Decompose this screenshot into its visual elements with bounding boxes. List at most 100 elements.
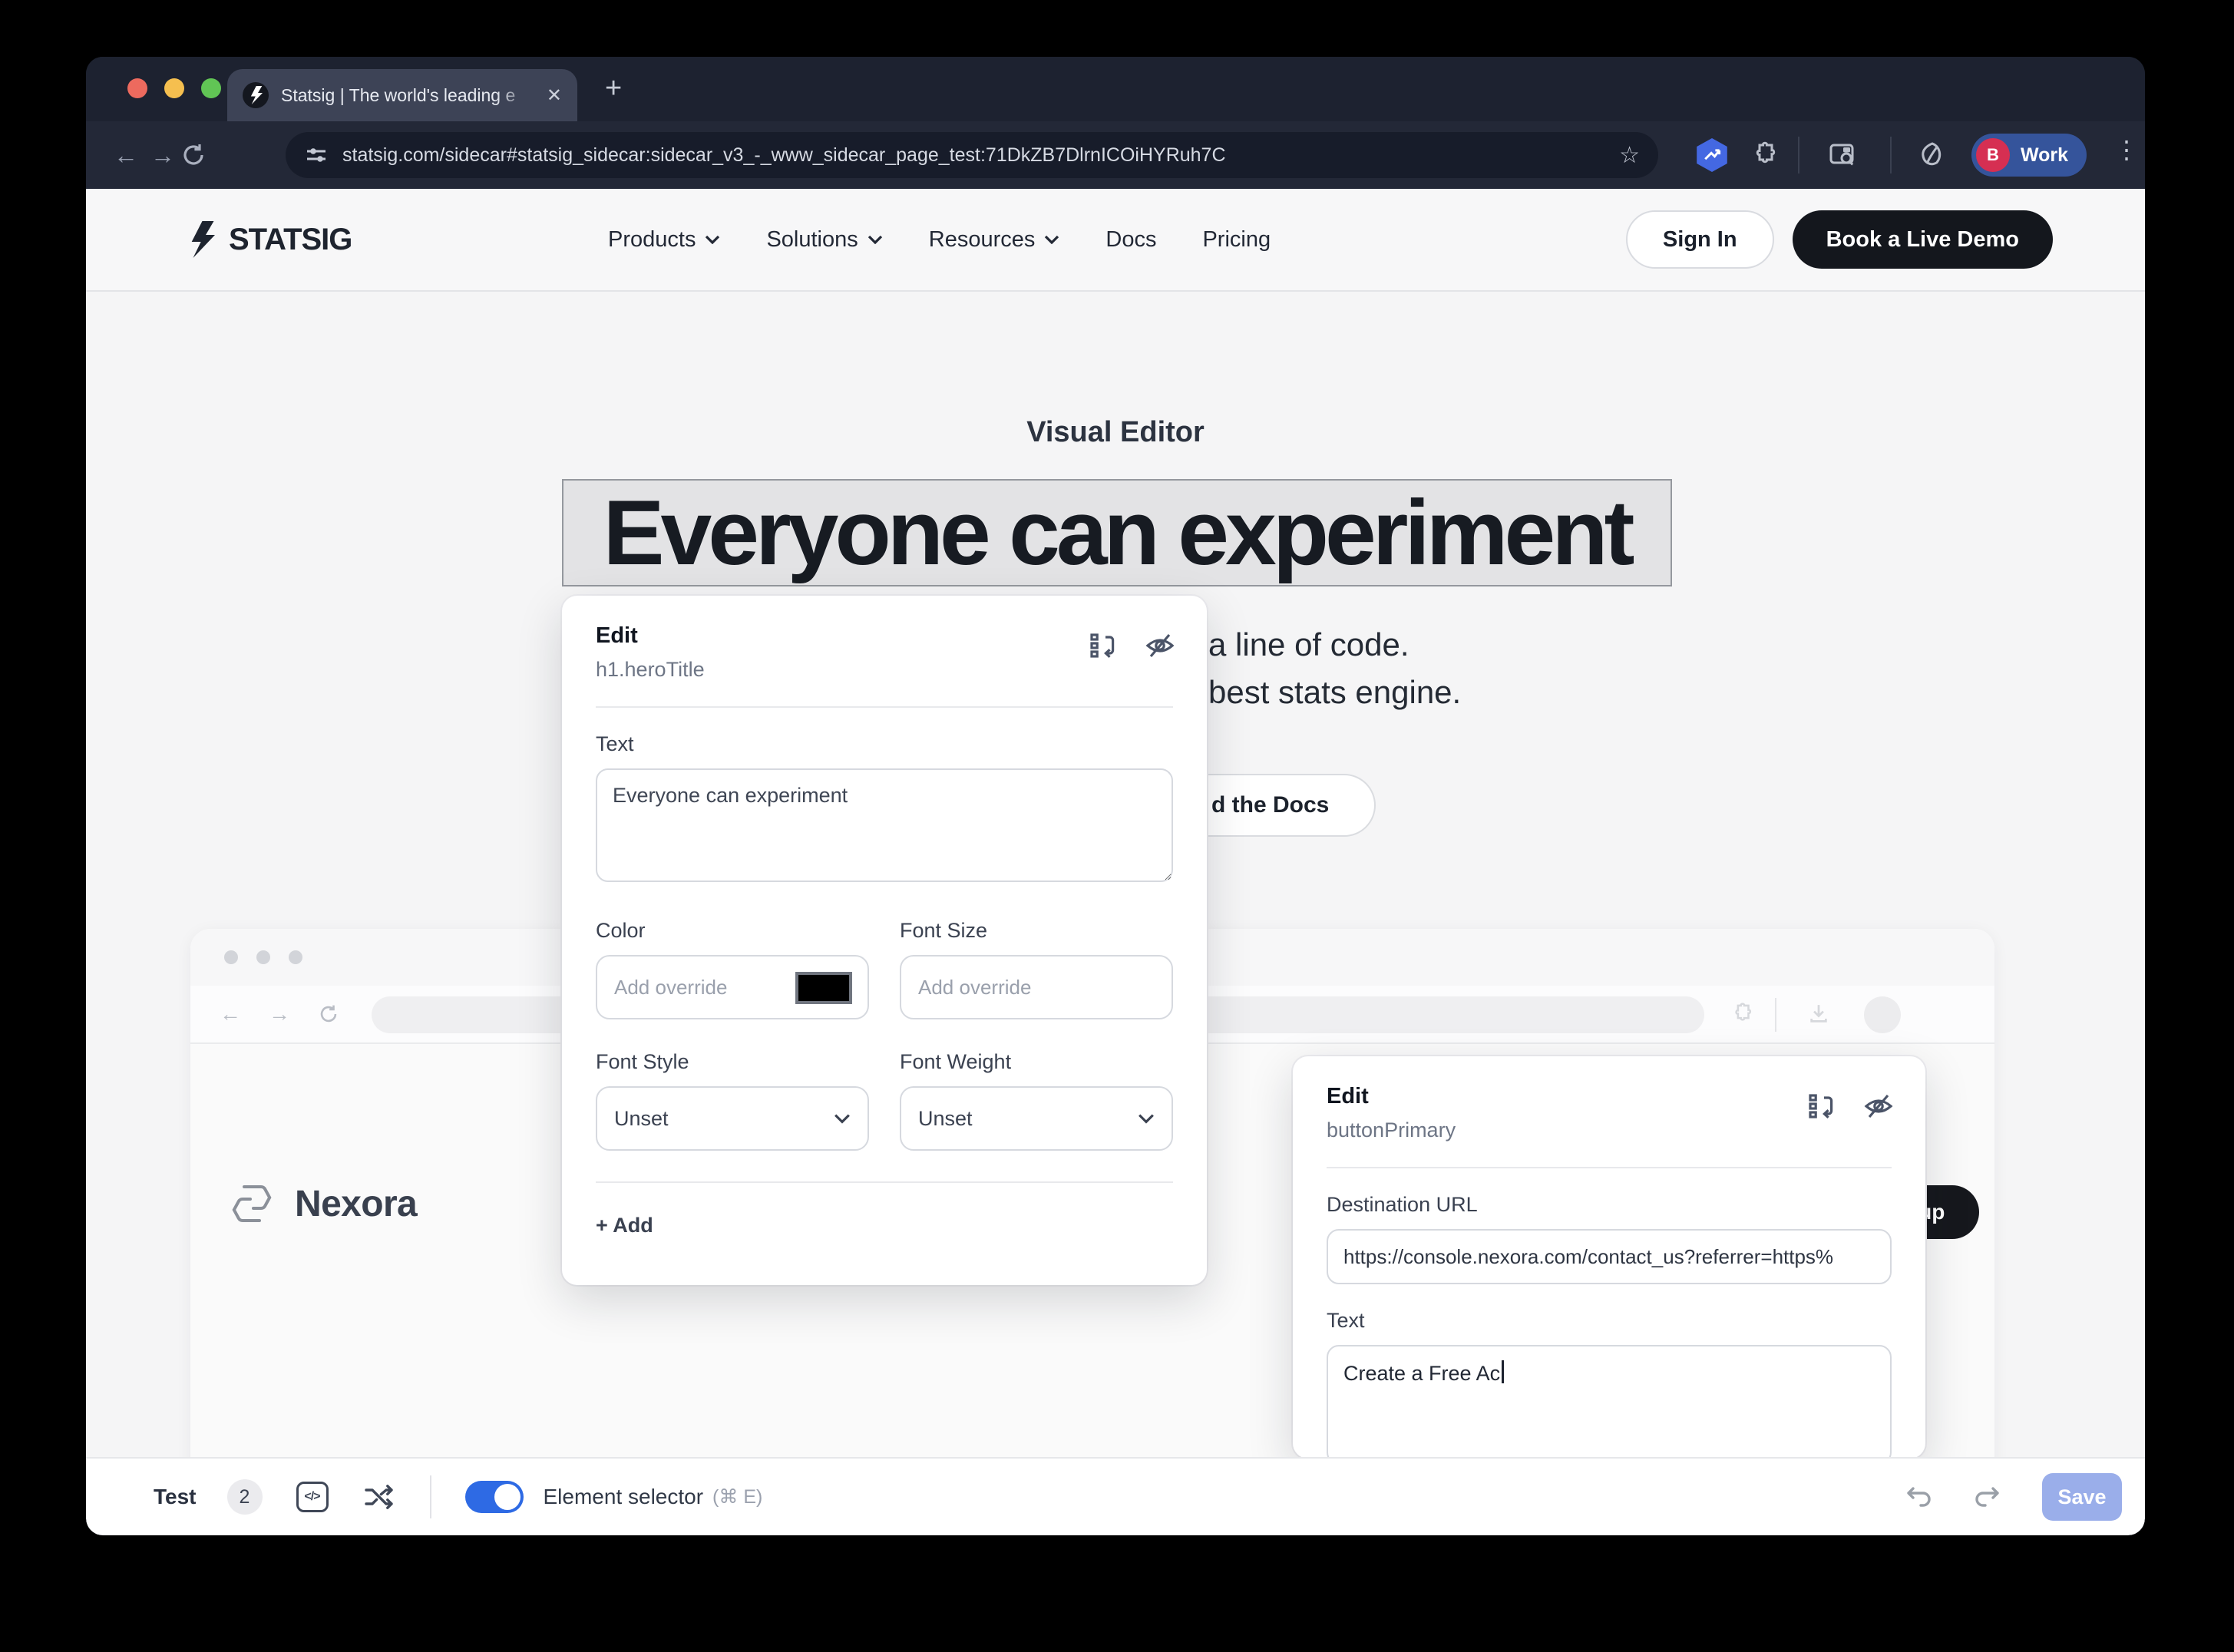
nexora-mark-icon <box>227 1179 276 1228</box>
new-tab-button[interactable]: + <box>605 72 622 105</box>
reorder-icon[interactable] <box>1806 1090 1838 1122</box>
back-icon[interactable]: ← <box>107 141 144 170</box>
color-label: Color <box>596 919 869 943</box>
book-demo-button[interactable]: Book a Live Demo <box>1793 210 2053 269</box>
element-selector-toggle[interactable] <box>465 1481 524 1513</box>
tab-close-icon[interactable]: ✕ <box>547 84 562 107</box>
browser-tab[interactable]: Statsig | The world's leading e ✕ <box>227 69 577 121</box>
forward-icon[interactable]: → <box>144 141 181 170</box>
edit-panel-button-primary: Edit buttonPrimary <box>1293 1056 1925 1457</box>
font-style-label: Font Style <box>596 1050 869 1074</box>
close-window-button[interactable] <box>127 78 147 98</box>
test-label: Test <box>154 1485 197 1509</box>
visual-editor-heading: Visual Editor <box>86 416 2145 449</box>
chrome-menu-icon[interactable]: ⋮ <box>2114 135 2139 164</box>
bookmark-star-icon[interactable]: ☆ <box>1619 142 1640 169</box>
chevron-down-icon <box>1044 235 1059 244</box>
button-text-input[interactable]: Create a Free Ac <box>1327 1345 1892 1457</box>
toolbar-divider <box>430 1475 431 1518</box>
color-swatch[interactable] <box>795 972 852 1004</box>
destination-url-input[interactable] <box>1327 1229 1892 1284</box>
undo-button[interactable] <box>1904 1483 1935 1511</box>
energy-saver-leaf-icon[interactable] <box>1916 140 1947 170</box>
selected-hero-title[interactable]: Everyone can experiment <box>562 479 1672 586</box>
profile-avatar: B <box>1976 138 2010 172</box>
sign-in-button[interactable]: Sign In <box>1626 210 1774 269</box>
color-placeholder: Add override <box>614 976 727 999</box>
statsig-favicon-icon <box>243 82 269 108</box>
preview-back-icon: ← <box>206 1002 255 1026</box>
browser-window: Statsig | The world's leading e ✕ + ← → … <box>86 57 2145 1535</box>
preview-avatar <box>1864 996 1901 1033</box>
site-header: STATSIG Products Solutions Resources Doc… <box>86 189 2145 292</box>
hero-title-text: Everyone can experiment <box>603 480 1631 586</box>
font-weight-label: Font Weight <box>900 1050 1173 1074</box>
eye-off-icon[interactable] <box>1862 1090 1895 1122</box>
toolbar-divider <box>1890 137 1892 173</box>
web-page: STATSIG Products Solutions Resources Doc… <box>86 189 2145 1457</box>
chevron-down-icon <box>705 235 720 244</box>
header-actions: Sign In Book a Live Demo <box>1626 210 2053 269</box>
minimize-window-button[interactable] <box>164 78 184 98</box>
variant-count-badge: 2 <box>227 1479 263 1515</box>
chevron-down-icon <box>1138 1113 1155 1124</box>
add-override-button[interactable]: + Add <box>562 1183 1207 1268</box>
window-controls[interactable] <box>127 78 221 98</box>
preview-divider <box>1775 998 1776 1032</box>
text-caret <box>1502 1360 1504 1383</box>
main-nav: Products Solutions Resources Docs Pricin… <box>608 227 1271 253</box>
save-button[interactable]: Save <box>2042 1473 2122 1521</box>
statsig-logo[interactable]: STATSIG <box>184 221 352 258</box>
nav-docs[interactable]: Docs <box>1105 227 1156 253</box>
sidecar-toolbar: Test 2 </> Element selector (⌘ E) Save <box>86 1457 2145 1535</box>
tab-strip: Statsig | The world's leading e ✕ + <box>86 57 2145 121</box>
font-size-label: Font Size <box>900 919 1173 943</box>
statsig-logo-text: STATSIG <box>229 223 352 257</box>
preview-reload-icon <box>304 1004 353 1024</box>
text-field-label: Text <box>596 732 1173 756</box>
shuffle-variants-button[interactable] <box>362 1482 396 1512</box>
site-info-icon[interactable] <box>304 143 329 167</box>
profile-chip[interactable]: B Work <box>1971 134 2087 177</box>
nexora-logo: Nexora <box>227 1179 417 1228</box>
preview-window-dots <box>224 950 302 964</box>
redo-button[interactable] <box>1971 1483 2002 1511</box>
statsig-bolt-icon <box>184 221 218 258</box>
preview-forward-icon: → <box>255 1002 304 1026</box>
chevron-down-icon <box>867 235 883 244</box>
maximize-window-button[interactable] <box>201 78 221 98</box>
chevron-down-icon <box>834 1113 851 1124</box>
text-field-label: Text <box>1327 1309 1892 1333</box>
reorder-icon[interactable] <box>1087 629 1119 662</box>
preview-extensions-icon <box>1729 1001 1755 1027</box>
code-view-button[interactable]: </> <box>296 1482 329 1512</box>
font-size-placeholder: Add override <box>918 976 1031 999</box>
nav-resources[interactable]: Resources <box>929 227 1060 253</box>
hero-text-input[interactable]: Everyone can experiment <box>596 768 1173 882</box>
tab-title: Statsig | The world's leading e <box>281 85 534 106</box>
url-text[interactable]: statsig.com/sidecar#statsig_sidecar:side… <box>342 144 1605 167</box>
read-docs-label: d the Docs <box>1211 792 1329 818</box>
chrome-toolbar: ← → statsig.com/sidecar#statsig_sidecar:… <box>86 121 2145 189</box>
preview-download-icon <box>1806 1001 1832 1027</box>
reload-icon[interactable] <box>181 143 218 167</box>
hero-subtitle-fragment: best stats engine. <box>1208 674 1461 711</box>
hero-subtitle-fragment: a line of code. <box>1208 626 1409 663</box>
font-style-select[interactable]: Unset <box>596 1086 869 1151</box>
element-selector-label: Element selector <box>544 1485 704 1509</box>
nexora-logo-text: Nexora <box>295 1183 417 1225</box>
statsig-extension-icon[interactable] <box>1695 138 1729 172</box>
destination-url-label: Destination URL <box>1327 1193 1892 1217</box>
eye-off-icon[interactable] <box>1144 629 1176 662</box>
element-selector-shortcut: (⌘ E) <box>712 1485 762 1508</box>
nav-solutions[interactable]: Solutions <box>766 227 882 253</box>
toolbar-divider <box>1798 137 1799 173</box>
font-size-override-input[interactable]: Add override <box>900 955 1173 1019</box>
url-bar[interactable]: statsig.com/sidecar#statsig_sidecar:side… <box>286 132 1658 178</box>
color-override-input[interactable]: Add override <box>596 955 869 1019</box>
nav-products[interactable]: Products <box>608 227 720 253</box>
nav-pricing[interactable]: Pricing <box>1202 227 1271 253</box>
font-weight-select[interactable]: Unset <box>900 1086 1173 1151</box>
search-tabs-icon[interactable] <box>1827 140 1859 170</box>
extensions-puzzle-icon[interactable] <box>1749 140 1780 170</box>
